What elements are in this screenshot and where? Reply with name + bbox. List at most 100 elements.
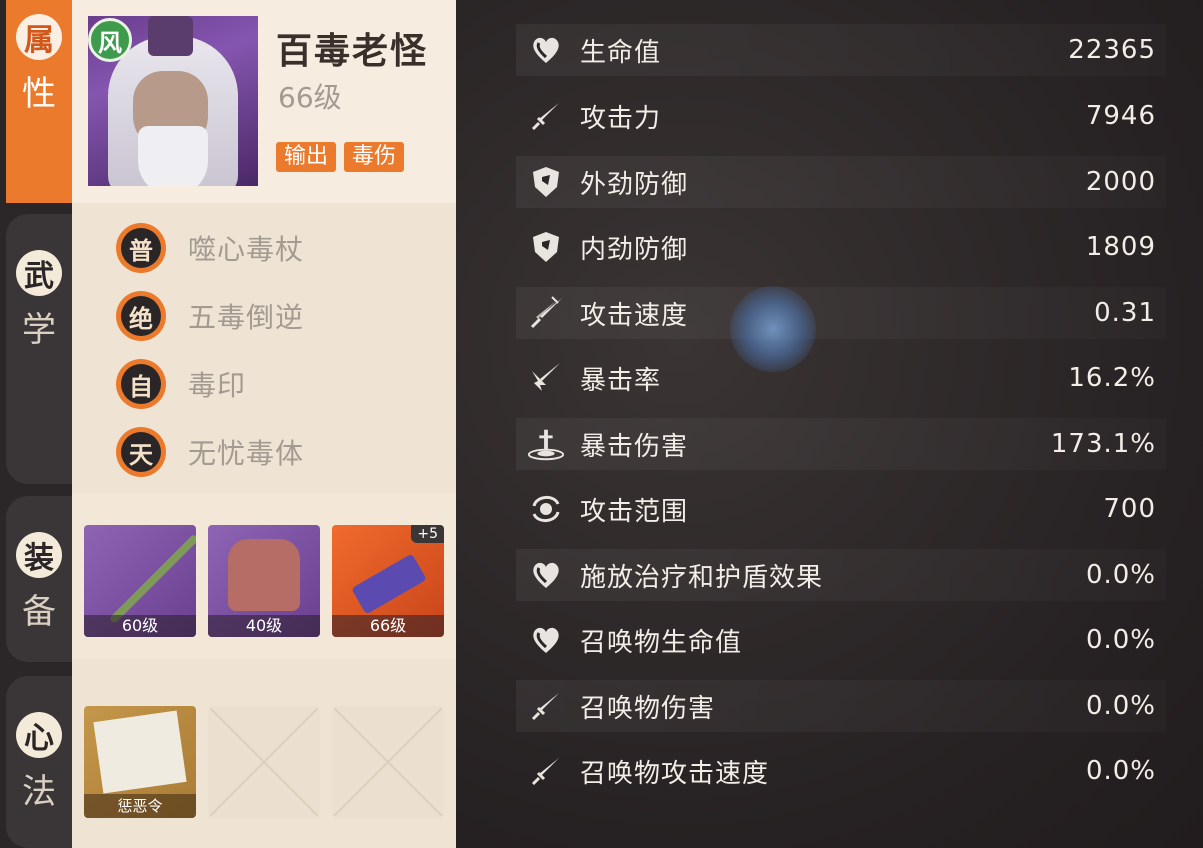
skill-type-icon: 天: [116, 427, 166, 477]
stat-value: 0.0%: [1085, 691, 1156, 721]
stat-row: 暴击率 16.2%: [516, 352, 1166, 404]
tab-martial-arts-char2: 学: [22, 310, 56, 350]
skill-name: 毒印: [188, 369, 247, 402]
xinfa-section: 惩恶令: [72, 668, 456, 848]
stat-label: 召唤物生命值: [580, 627, 743, 658]
tab-martial-arts-char1: 武: [16, 250, 62, 296]
equipment-section: 60级 40级 +5 66级: [72, 493, 456, 659]
stat-value: 0.0%: [1085, 625, 1156, 655]
skill-item[interactable]: 自 毒印: [116, 354, 246, 414]
robe-icon: [228, 539, 300, 611]
stat-row: 外劲防御 2000: [516, 156, 1166, 208]
hero-header: 风 百毒老怪 66级 输出 毒伤: [72, 0, 456, 203]
crit-damage-icon: [526, 424, 566, 464]
skill-name: 无忧毒体: [188, 437, 305, 470]
stat-value: 0.0%: [1085, 756, 1156, 786]
stat-label: 召唤物攻击速度: [580, 758, 770, 789]
stat-label: 生命值: [580, 37, 662, 68]
enhance-badge: +5: [411, 525, 444, 543]
skill-type-icon: 自: [116, 359, 166, 409]
stat-row: 攻击力 7946: [516, 90, 1166, 142]
hero-panel: 风 百毒老怪 66级 输出 毒伤 普 噬心毒杖 绝 五毒倒逆 自 毒印 天 无忧…: [72, 0, 456, 848]
skill-type-icon: 绝: [116, 291, 166, 341]
hero-name: 百毒老怪: [276, 30, 429, 72]
stat-value: 22365: [1068, 35, 1156, 65]
scroll-icon: [93, 710, 187, 794]
stat-row: 攻击范围 700: [516, 483, 1166, 535]
stat-value: 7946: [1085, 101, 1156, 131]
stat-label: 攻击力: [580, 103, 662, 134]
stat-value: 173.1%: [1050, 429, 1156, 459]
tab-equipment-char2: 备: [22, 592, 56, 632]
heart-icon: [526, 555, 566, 595]
tab-martial-arts[interactable]: 武 学: [6, 214, 72, 484]
equipment-slot-armor[interactable]: 40级: [208, 525, 320, 637]
hero-level: 66级: [278, 81, 342, 114]
xinfa-slot-1[interactable]: 惩恶令: [84, 706, 196, 818]
tab-xinfa-char1: 心: [16, 712, 62, 758]
sword-icon: [526, 751, 566, 791]
crit-icon: [526, 358, 566, 398]
skill-item[interactable]: 天 无忧毒体: [116, 422, 304, 482]
skill-name: 五毒倒逆: [188, 301, 305, 334]
comb-icon: [351, 553, 427, 615]
xinfa-name: 惩恶令: [84, 794, 196, 818]
tag-output: 输出: [276, 142, 337, 172]
stat-label: 攻击范围: [580, 496, 689, 527]
stat-label: 暴击率: [580, 365, 662, 396]
stat-row: 内劲防御 1809: [516, 221, 1166, 273]
tab-xinfa[interactable]: 心 法: [6, 676, 72, 848]
stat-value: 2000: [1085, 167, 1156, 197]
sword-icon: [526, 686, 566, 726]
element-badge: 风: [88, 18, 132, 62]
skill-name: 噬心毒杖: [188, 233, 305, 266]
stat-label: 攻击速度: [580, 300, 689, 331]
equipment-level: 66级: [332, 615, 444, 637]
stat-label: 外劲防御: [580, 169, 689, 200]
xinfa-slot-empty[interactable]: [208, 706, 320, 818]
stat-label: 召唤物伤害: [580, 693, 716, 724]
heart-icon: [526, 30, 566, 70]
stat-row: 召唤物伤害 0.0%: [516, 680, 1166, 732]
range-icon: [526, 489, 566, 529]
stat-value: 0.31: [1094, 298, 1156, 328]
skill-list: 普 噬心毒杖 绝 五毒倒逆 自 毒印 天 无忧毒体: [72, 212, 456, 484]
hero-tags: 输出 毒伤: [276, 142, 405, 172]
shield-icon: [526, 162, 566, 202]
tab-attributes-char1: 属: [16, 14, 62, 60]
tab-attributes[interactable]: 属 性: [6, 0, 72, 203]
stat-row: 召唤物攻击速度 0.0%: [516, 745, 1166, 797]
tab-xinfa-char2: 法: [22, 772, 56, 812]
stat-row: 召唤物生命值 0.0%: [516, 614, 1166, 666]
stat-label: 施放治疗和护盾效果: [580, 562, 824, 593]
touch-cursor-indicator: [730, 286, 816, 372]
stat-value: 700: [1103, 494, 1156, 524]
skill-type-icon: 普: [116, 223, 166, 273]
tag-poison: 毒伤: [344, 142, 405, 172]
stat-value: 0.0%: [1085, 560, 1156, 590]
stats-panel: 生命值 22365 攻击力 7946 外劲防御 2000 内劲防御 1809 攻…: [456, 0, 1203, 848]
stat-row: 暴击伤害 173.1%: [516, 418, 1166, 470]
equipment-slot-weapon[interactable]: 60级: [84, 525, 196, 637]
stat-label: 暴击伤害: [580, 431, 689, 462]
crossed-swords-icon: [526, 293, 566, 333]
xinfa-slot-empty[interactable]: [332, 706, 444, 818]
stat-label: 内劲防御: [580, 234, 689, 265]
sword-icon: [526, 96, 566, 136]
heart-icon: [526, 620, 566, 660]
skill-item[interactable]: 绝 五毒倒逆: [116, 286, 304, 346]
tab-attributes-char2: 性: [22, 74, 56, 114]
stat-value: 1809: [1085, 232, 1156, 262]
tab-equipment[interactable]: 装 备: [6, 496, 72, 662]
tab-equipment-char1: 装: [16, 532, 62, 578]
tab-strip: 属 性 武 学 装 备 心 法: [0, 0, 72, 848]
stat-row: 攻击速度 0.31: [516, 287, 1166, 339]
stat-row: 施放治疗和护盾效果 0.0%: [516, 549, 1166, 601]
skill-item[interactable]: 普 噬心毒杖: [116, 218, 304, 278]
equipment-slot-accessory[interactable]: +5 66级: [332, 525, 444, 637]
equipment-level: 40级: [208, 615, 320, 637]
stat-row: 生命值 22365: [516, 24, 1166, 76]
stat-value: 16.2%: [1068, 363, 1156, 393]
shield-icon: [526, 227, 566, 267]
equipment-level: 60级: [84, 615, 196, 637]
